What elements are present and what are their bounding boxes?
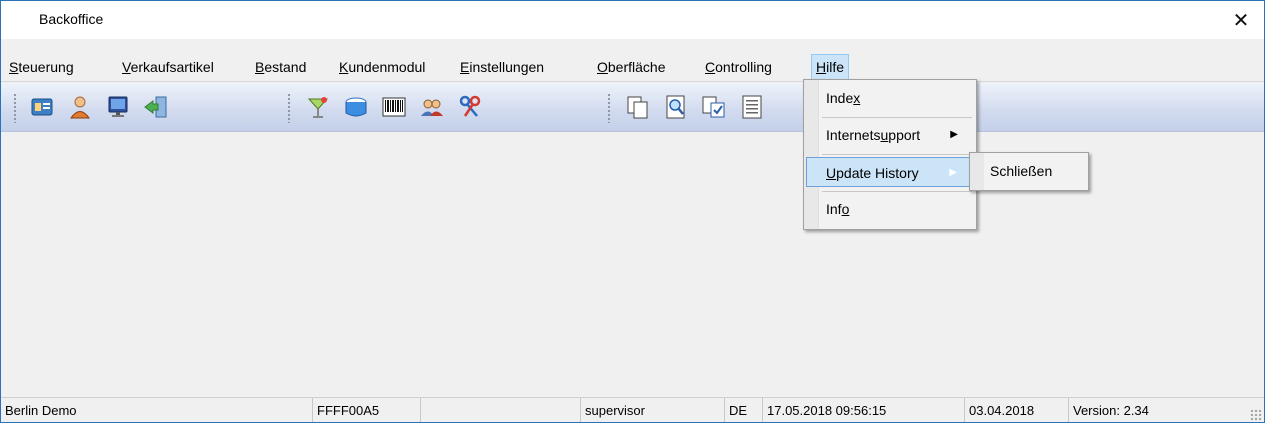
keys-button[interactable] bbox=[453, 91, 487, 123]
menu-item-info[interactable]: Info bbox=[806, 194, 972, 224]
update-history-submenu: Schließen bbox=[969, 152, 1089, 191]
window-title: Backoffice bbox=[39, 11, 104, 27]
menu-bar: Steuerung Verkaufsartikel Bestand Kunden… bbox=[1, 53, 1264, 82]
checklist-button[interactable] bbox=[697, 91, 731, 123]
label-part: Inf bbox=[826, 201, 842, 217]
menu-mnemonic: S bbox=[9, 59, 19, 75]
menu-item-internetsupport[interactable]: Internetsupport ▶ bbox=[806, 120, 972, 150]
barcode-button[interactable] bbox=[377, 91, 411, 123]
submenu-arrow-icon: ▶ bbox=[949, 167, 957, 178]
menu-separator bbox=[822, 154, 972, 155]
monitor-button[interactable] bbox=[101, 91, 135, 123]
menu-mnemonic: o bbox=[841, 201, 850, 217]
text-document-icon bbox=[742, 95, 762, 119]
menu-item-update-history[interactable]: Update History ▶ bbox=[806, 157, 972, 187]
toolbar-grip[interactable] bbox=[287, 93, 291, 123]
box-icon bbox=[345, 97, 367, 117]
label-part: pport bbox=[888, 127, 921, 143]
menu-label: instellungen bbox=[469, 59, 545, 75]
keys-icon bbox=[459, 95, 481, 117]
menu-mnemonic: E bbox=[460, 59, 470, 75]
cocktail-button[interactable] bbox=[301, 91, 335, 123]
status-user: supervisor bbox=[581, 398, 725, 422]
status-empty bbox=[421, 398, 581, 422]
menu-item-label: Index bbox=[826, 83, 860, 113]
status-language: DE bbox=[725, 398, 763, 422]
hilfe-dropdown-menu: Index Internetsupport ▶ Update History ▶… bbox=[803, 79, 977, 230]
title-bar[interactable]: Backoffice ✕ bbox=[1, 1, 1264, 39]
menu-label: ontrolling bbox=[715, 59, 772, 75]
menu-label: undenmodul bbox=[348, 59, 426, 75]
monitor-icon bbox=[108, 96, 128, 117]
status-location: Berlin Demo bbox=[1, 398, 313, 422]
close-button[interactable]: ✕ bbox=[1218, 1, 1264, 39]
menu-label: estand bbox=[264, 59, 307, 75]
status-version: Version: 2.34 bbox=[1073, 403, 1149, 418]
menu-item-label: Internetsupport bbox=[826, 120, 920, 150]
menu-mnemonic: U bbox=[826, 165, 837, 181]
menu-separator bbox=[822, 191, 972, 192]
label-part: Internets bbox=[826, 127, 881, 143]
menu-item-schliessen[interactable]: Schließen bbox=[990, 156, 1052, 186]
menu-mnemonic: x bbox=[853, 90, 861, 106]
toolbar-grip[interactable] bbox=[607, 93, 611, 123]
menu-gutter bbox=[970, 153, 984, 190]
status-code: FFFF00A5 bbox=[313, 398, 421, 422]
menu-label: teuerung bbox=[18, 59, 74, 75]
exit-door-icon bbox=[144, 96, 167, 118]
close-icon: ✕ bbox=[1232, 9, 1250, 32]
user-button[interactable] bbox=[63, 91, 97, 123]
preview-button[interactable] bbox=[659, 91, 693, 123]
menu-mnemonic: B bbox=[255, 59, 265, 75]
menu-label: erkaufsartikel bbox=[130, 59, 214, 75]
menu-verkaufsartikel[interactable]: Verkaufsartikel bbox=[118, 55, 218, 79]
label-part: Inde bbox=[826, 90, 854, 106]
app-window: Backoffice ✕ Steuerung Verkaufsartikel B… bbox=[0, 0, 1265, 423]
menu-oberflaeche[interactable]: Oberfläche bbox=[593, 55, 669, 79]
status-bar: Berlin Demo FFFF00A5 supervisor DE 17.05… bbox=[1, 397, 1264, 422]
submenu-arrow-icon: ▶ bbox=[950, 129, 958, 140]
document-copy-icon bbox=[627, 96, 648, 119]
menu-label: ilfe bbox=[826, 59, 845, 75]
user-icon bbox=[70, 96, 90, 119]
users-group-icon bbox=[421, 99, 443, 116]
menubar-spacer bbox=[1, 39, 1264, 53]
status-date: 03.04.2018 bbox=[965, 398, 1069, 422]
menu-mnemonic: K bbox=[339, 59, 349, 75]
menu-separator bbox=[822, 117, 972, 118]
document-copy-button[interactable] bbox=[621, 91, 655, 123]
customer-card-icon bbox=[31, 98, 53, 116]
menu-controlling[interactable]: Controlling bbox=[701, 55, 776, 79]
menu-hilfe[interactable]: Hilfe bbox=[811, 54, 850, 80]
resize-grip[interactable] bbox=[1250, 409, 1262, 421]
text-document-button[interactable] bbox=[735, 91, 769, 123]
toolbar-grip[interactable] bbox=[13, 93, 17, 123]
label-part: pdate History bbox=[836, 165, 919, 181]
users-group-button[interactable] bbox=[415, 91, 449, 123]
menu-item-label: Update History bbox=[826, 158, 919, 188]
menu-item-label: Info bbox=[826, 194, 849, 224]
menu-mnemonic: V bbox=[122, 59, 131, 75]
toolbar bbox=[1, 83, 1264, 132]
status-datetime: 17.05.2018 09:56:15 bbox=[763, 398, 965, 422]
menu-steuerung[interactable]: Steuerung bbox=[5, 55, 78, 79]
menu-item-index[interactable]: Index bbox=[806, 83, 972, 113]
menu-kundenmodul[interactable]: Kundenmodul bbox=[335, 55, 429, 79]
barcode-icon bbox=[382, 97, 406, 117]
menu-mnemonic: H bbox=[816, 59, 827, 75]
preview-icon bbox=[666, 95, 685, 119]
box-button[interactable] bbox=[339, 91, 373, 123]
menu-label: berfläche bbox=[607, 59, 666, 75]
menu-mnemonic: C bbox=[705, 59, 716, 75]
cocktail-icon bbox=[307, 97, 329, 118]
checklist-icon bbox=[702, 96, 725, 118]
exit-button[interactable] bbox=[139, 91, 173, 123]
menu-bestand[interactable]: Bestand bbox=[251, 55, 310, 79]
menu-mnemonic: O bbox=[597, 59, 608, 75]
customer-card-button[interactable] bbox=[25, 91, 59, 123]
menu-einstellungen[interactable]: Einstellungen bbox=[456, 55, 548, 79]
